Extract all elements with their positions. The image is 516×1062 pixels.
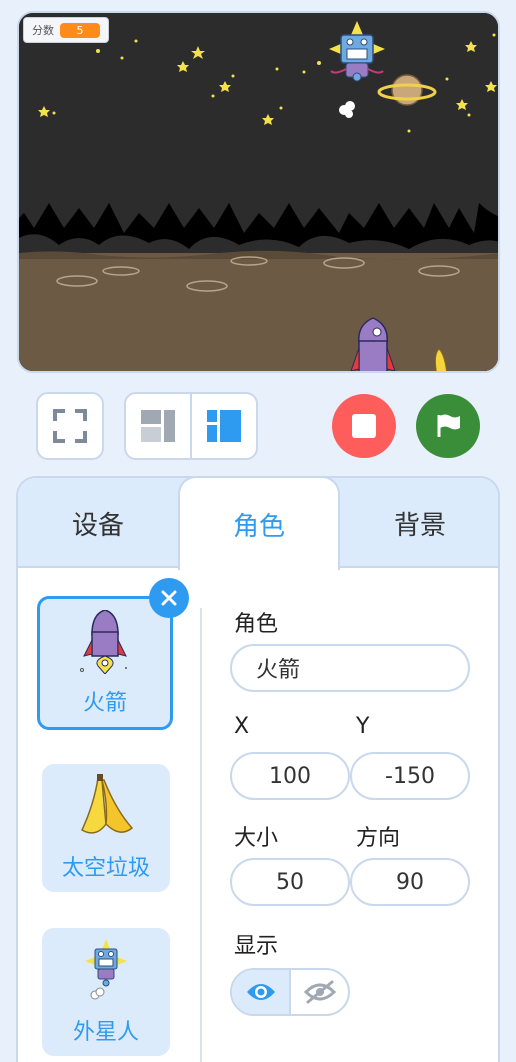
stop-button[interactable] bbox=[332, 394, 396, 458]
fullscreen-button[interactable] bbox=[36, 392, 104, 460]
alien-thumbnail bbox=[83, 928, 129, 1014]
show-label: 显示 bbox=[234, 934, 279, 959]
banana-thumbnail bbox=[76, 764, 136, 850]
sprite-name-rocket: 火箭 bbox=[82, 691, 127, 716]
y-field[interactable]: -150 bbox=[350, 752, 470, 800]
y-label: Y bbox=[356, 714, 370, 739]
score-monitor: 分数 5 bbox=[23, 17, 109, 43]
stop-icon bbox=[352, 414, 376, 438]
large-stage-icon bbox=[207, 410, 241, 442]
score-label: 分数 bbox=[32, 24, 54, 37]
alien-icon bbox=[85, 939, 127, 1000]
x-label: X bbox=[234, 714, 250, 739]
tab-devices[interactable]: 设备 bbox=[18, 478, 178, 568]
direction-label: 方向 bbox=[356, 826, 401, 851]
sprite-name-label: 角色 bbox=[234, 612, 279, 637]
sprite-card-alien[interactable]: 外星人 bbox=[42, 928, 170, 1056]
sprite-name-space-junk: 太空垃圾 bbox=[61, 856, 150, 881]
rocket-icon bbox=[80, 610, 127, 674]
visibility-toggle bbox=[230, 968, 350, 1016]
eye-icon bbox=[246, 984, 275, 1000]
score-value: 5 bbox=[60, 22, 100, 38]
active-tab-gap bbox=[180, 566, 338, 569]
size-field[interactable]: 50 bbox=[230, 858, 350, 906]
delete-sprite-button[interactable] bbox=[149, 578, 189, 618]
tab-backdrop[interactable]: 背景 bbox=[340, 478, 498, 568]
close-icon bbox=[161, 590, 177, 606]
flag-icon bbox=[437, 414, 460, 437]
rocket-thumbnail bbox=[80, 599, 130, 685]
stage-scene bbox=[19, 13, 498, 371]
hide-sprite-button[interactable] bbox=[289, 970, 348, 1014]
sprite-card-rocket[interactable]: 火箭 bbox=[37, 596, 173, 730]
panel-tabs: 设备 背景 角色 bbox=[18, 478, 498, 570]
small-stage-icon bbox=[141, 410, 175, 442]
tab-sprites[interactable]: 角色 bbox=[178, 478, 340, 570]
stage[interactable]: 分数 5 bbox=[17, 11, 500, 373]
size-label: 大小 bbox=[234, 826, 279, 851]
banana-icon bbox=[81, 774, 134, 834]
sprite-name-alien: 外星人 bbox=[72, 1020, 139, 1045]
show-sprite-button[interactable] bbox=[232, 970, 289, 1014]
sprite-panel: 设备 背景 角色 火箭 太空垃圾 外星人 角色 火箭 X Y 100 -150 … bbox=[16, 476, 500, 1062]
panel-divider bbox=[200, 608, 202, 1062]
sprite-card-space-junk[interactable]: 太空垃圾 bbox=[42, 764, 170, 892]
fullscreen-icon bbox=[53, 409, 87, 443]
green-flag-button[interactable] bbox=[416, 394, 480, 458]
sprite-name-field[interactable]: 火箭 bbox=[230, 644, 470, 692]
direction-field[interactable]: 90 bbox=[350, 858, 470, 906]
stage-layout-toggle bbox=[124, 392, 258, 460]
x-field[interactable]: 100 bbox=[230, 752, 350, 800]
large-stage-layout-button[interactable] bbox=[190, 394, 256, 458]
eye-off-icon bbox=[303, 980, 336, 1004]
small-stage-layout-button[interactable] bbox=[126, 394, 190, 458]
